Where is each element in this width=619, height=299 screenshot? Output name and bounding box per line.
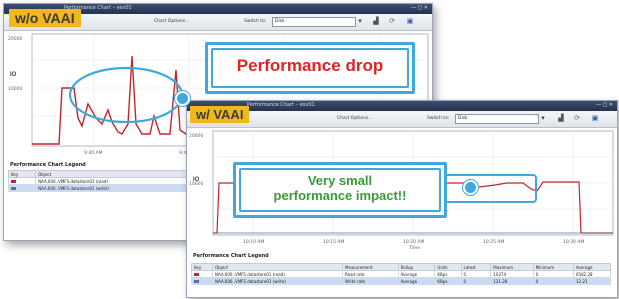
drop-highlight-ellipse xyxy=(68,66,184,124)
callout-small-impact-line1: Very small xyxy=(307,173,373,188)
callout-small-impact-line2: performance impact!! xyxy=(273,188,407,203)
callout-connector-dot xyxy=(463,180,478,195)
callout-performance-drop: Performance drop xyxy=(205,42,415,94)
callout-small-impact: Very small performance impact!! xyxy=(233,162,447,218)
impact-highlight-box xyxy=(437,174,537,203)
callout-connector-dot xyxy=(175,91,190,106)
callout-small-impact-text: Very small performance impact!! xyxy=(239,168,441,212)
callout-performance-drop-text: Performance drop xyxy=(211,48,409,88)
